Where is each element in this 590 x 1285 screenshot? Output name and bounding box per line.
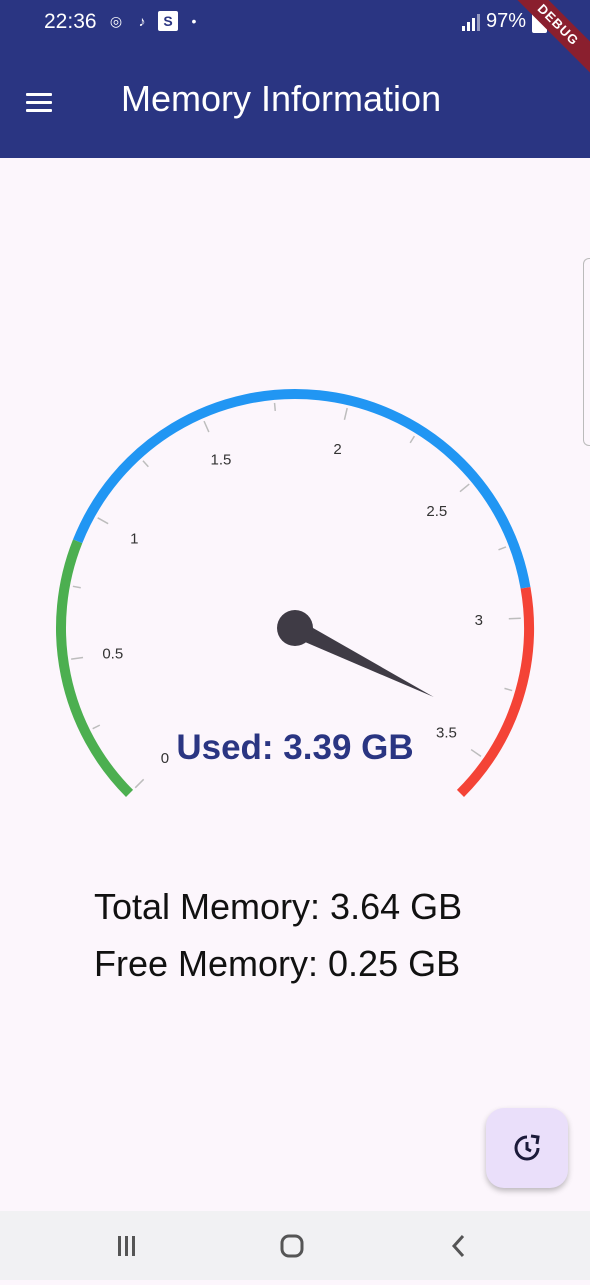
back-icon[interactable]: [414, 1211, 504, 1280]
gauge-tick-label: 0.5: [102, 645, 123, 662]
gauge-tick: [97, 517, 109, 525]
gauge-tick: [142, 460, 149, 468]
gauge-tick: [409, 435, 416, 444]
status-bar: 22:36 ◎ ♪ S • 97%: [0, 0, 590, 46]
gauge-range-1: [73, 389, 531, 589]
gauge-tick: [72, 585, 81, 589]
home-icon[interactable]: [248, 1211, 338, 1280]
signal-icon: [462, 13, 480, 31]
gauge-tick: [203, 420, 210, 433]
free-memory-label: Free Memory: 0.25 GB: [94, 943, 461, 984]
notification-icons: ◎ ♪ S •: [106, 11, 204, 31]
page-title: Memory Information: [121, 78, 442, 119]
gauge-tick: [343, 407, 348, 420]
app-icon: ◎: [109, 13, 123, 29]
total-memory-label: Total Memory: 3.64 GB: [94, 886, 463, 927]
gauge-tick-labels: 00.511.522.533.5: [102, 441, 483, 767]
gauge-tick: [504, 687, 513, 692]
gauge-tick: [459, 483, 470, 493]
battery-percent: 97%: [486, 10, 527, 32]
gauge-needle-hub: [277, 610, 313, 646]
used-memory-label: Used: 3.39 GB: [176, 728, 414, 767]
dot-icon: •: [191, 13, 197, 29]
gauge-tick: [134, 778, 145, 789]
gauge-tick-label: 1.5: [211, 452, 232, 469]
gauge-tick-label: 2.5: [426, 503, 447, 520]
hamburger-menu-icon[interactable]: [22, 84, 58, 120]
gauge-tick-label: 3: [475, 612, 483, 629]
gauge-tick: [71, 656, 84, 660]
system-nav-bar: [0, 1211, 590, 1280]
gauge-needle: [277, 610, 434, 698]
gauge-tick: [508, 617, 521, 620]
gauge-tick-label: 1: [130, 530, 138, 547]
gauge-tick: [498, 546, 507, 551]
gauge-tick: [273, 402, 277, 411]
refresh-clock-icon: [514, 1134, 540, 1161]
recent-apps-icon[interactable]: [82, 1211, 172, 1280]
s-icon: S: [158, 11, 178, 31]
gauge-tick-label: 2: [333, 441, 341, 458]
status-time: 22:36: [44, 10, 97, 33]
app-bar: 22:36 ◎ ♪ S • 97% DEBUG Memory Informati…: [0, 0, 590, 158]
refresh-button[interactable]: [486, 1108, 568, 1188]
tiktok-icon: ♪: [138, 13, 146, 29]
